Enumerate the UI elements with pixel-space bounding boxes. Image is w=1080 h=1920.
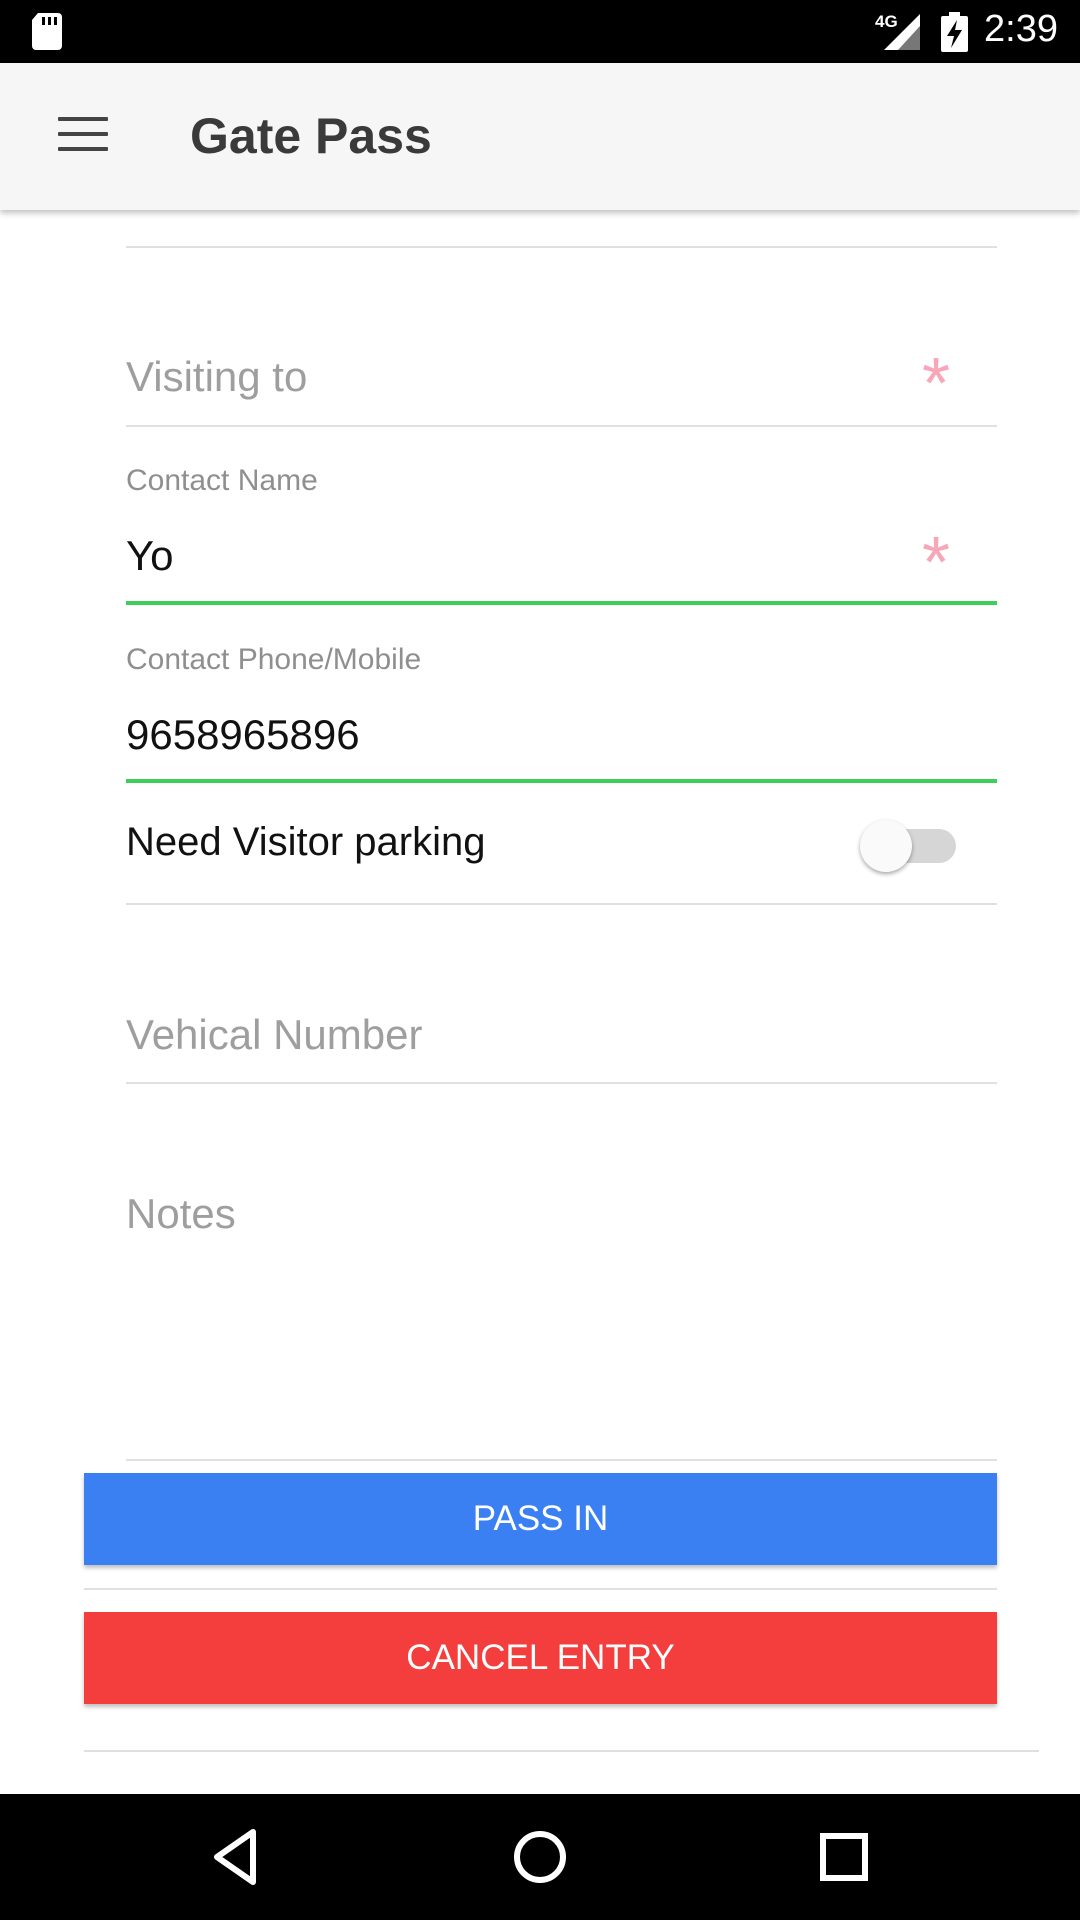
field-divider	[126, 903, 997, 905]
sd-card-icon	[32, 13, 62, 50]
notes-placeholder: Notes	[126, 1190, 236, 1237]
vehicle-number-placeholder: Vehical Number	[126, 1011, 423, 1058]
field-divider	[126, 246, 997, 248]
visitor-parking-label: Need Visitor parking	[126, 820, 486, 864]
visiting-to-placeholder: Visiting to	[126, 353, 308, 400]
recents-icon[interactable]	[809, 1822, 879, 1892]
page-title: Gate Pass	[190, 108, 432, 164]
hamburger-menu-icon[interactable]	[58, 117, 108, 157]
contact-phone-underline	[126, 779, 997, 783]
pass-in-button[interactable]: PASS IN	[84, 1473, 997, 1565]
bottom-divider	[84, 1750, 1039, 1752]
status-bar: 4G 2:39	[0, 0, 1080, 63]
visiting-to-underline	[126, 425, 997, 427]
button-divider	[84, 1588, 997, 1590]
contact-name-underline	[126, 601, 997, 605]
required-marker: *	[922, 523, 951, 603]
app-bar: Gate Pass	[0, 63, 1080, 210]
home-icon[interactable]	[505, 1822, 575, 1892]
toggle-thumb[interactable]	[860, 820, 912, 872]
contact-phone-value: 9658965896	[126, 711, 360, 758]
back-icon[interactable]	[201, 1822, 271, 1892]
clock: 2:39	[984, 8, 1058, 50]
contact-phone-label: Contact Phone/Mobile	[126, 643, 422, 676]
signal-icon	[884, 14, 920, 50]
contact-name-label: Contact Name	[126, 464, 318, 497]
cancel-entry-button[interactable]: CANCEL ENTRY	[84, 1612, 997, 1704]
vehicle-number-underline	[126, 1082, 997, 1084]
contact-name-value: Yo	[126, 532, 174, 579]
navigation-bar	[0, 1794, 1080, 1920]
battery-icon	[941, 12, 968, 52]
notes-underline	[126, 1459, 997, 1461]
required-marker: *	[922, 344, 951, 424]
